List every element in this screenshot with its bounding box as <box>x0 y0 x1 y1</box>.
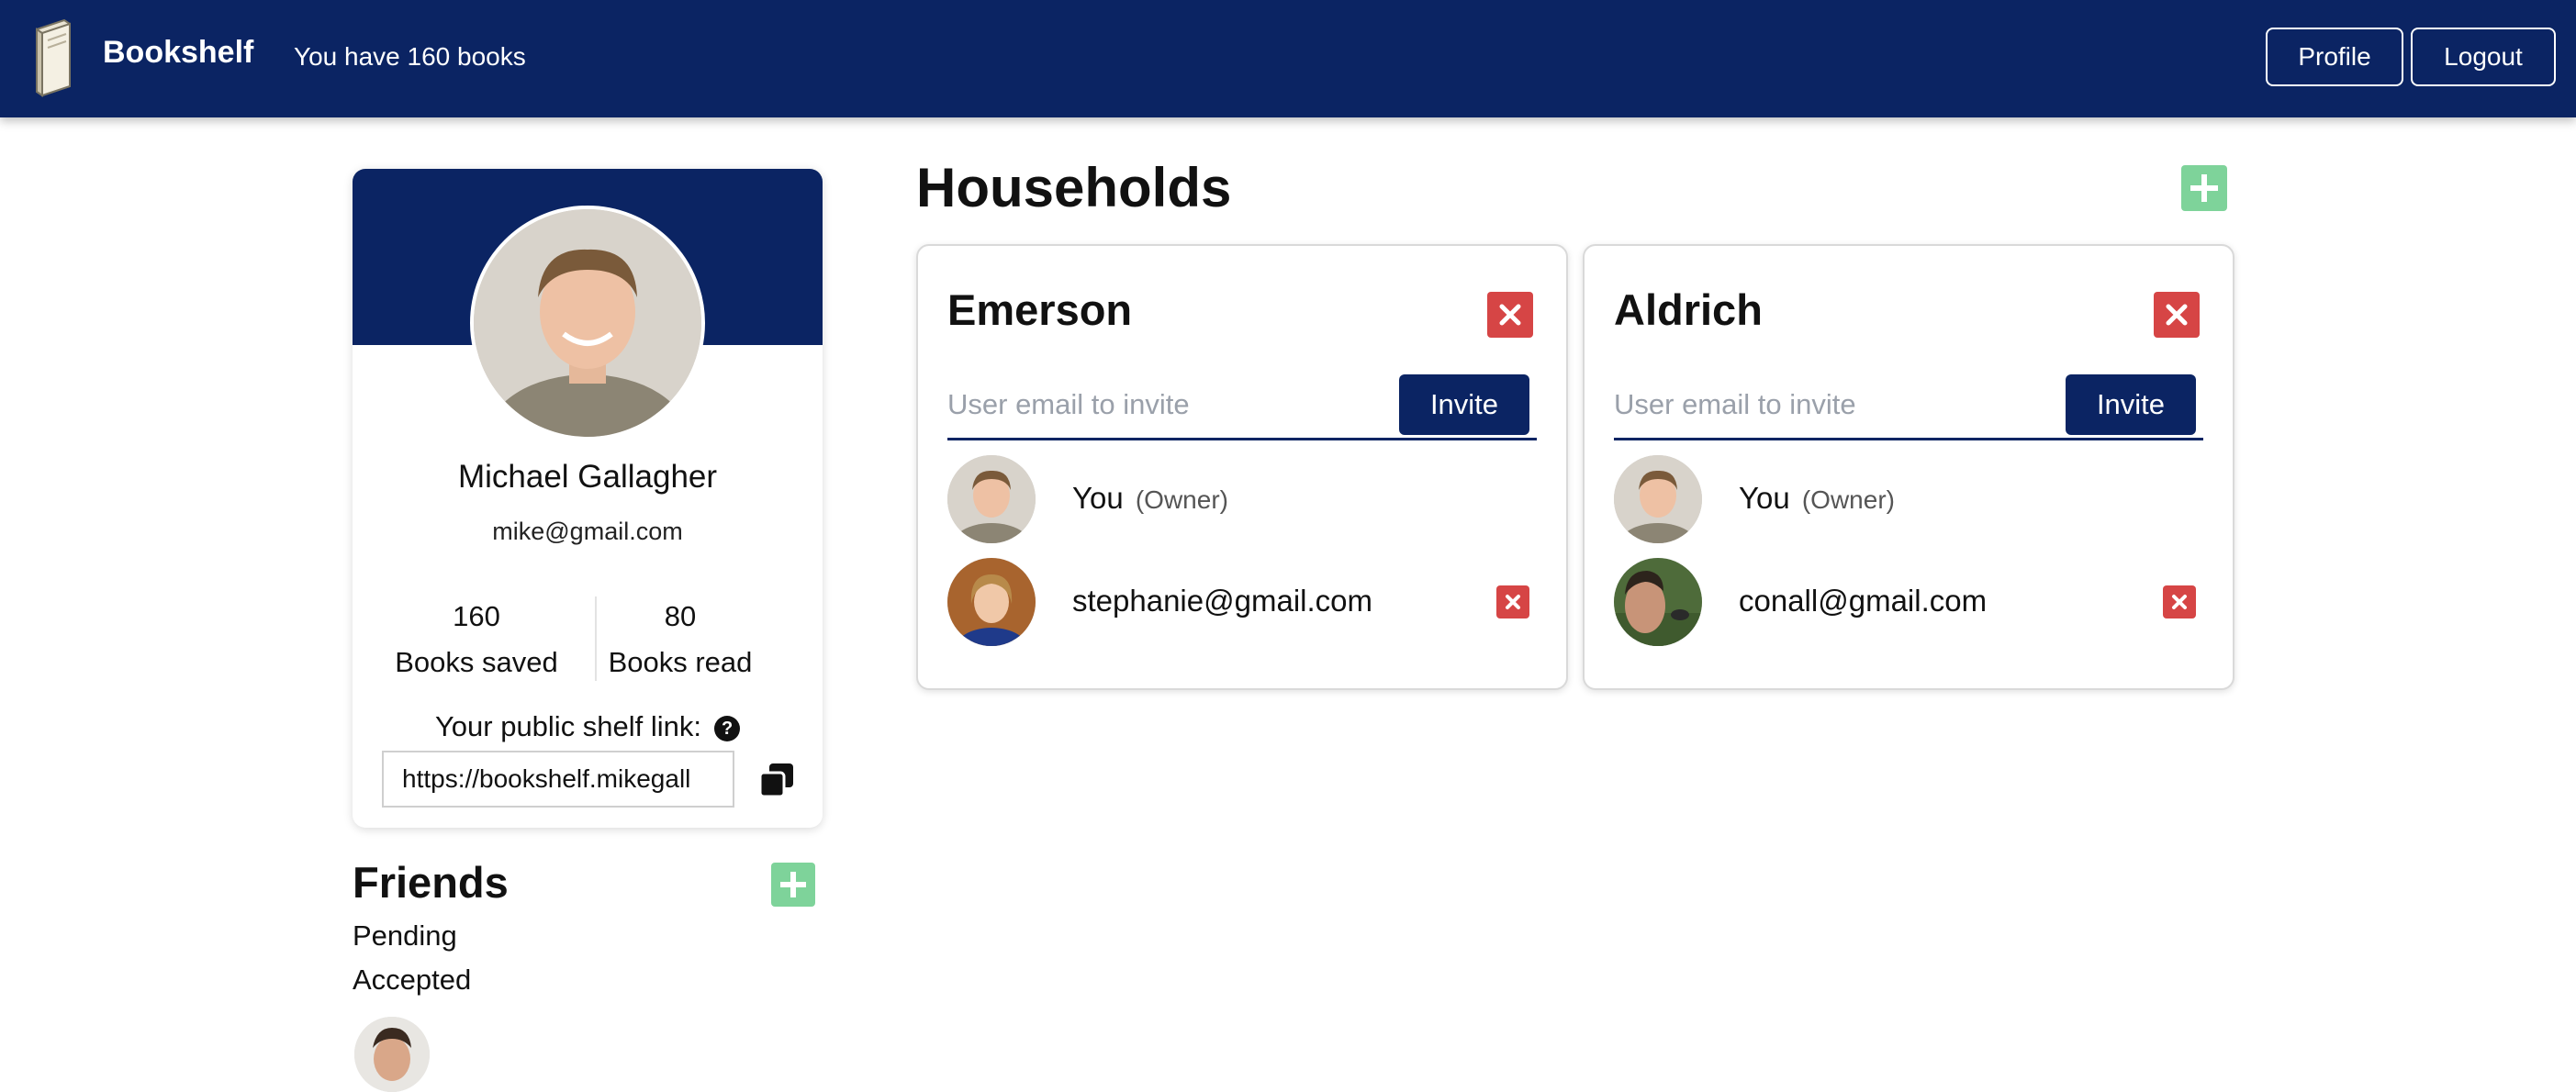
remove-member-button[interactable] <box>1496 585 1529 618</box>
public-shelf-label-text: Your public shelf link: <box>434 710 702 742</box>
household-card: Emerson Invite You (Owner) <box>916 244 1568 690</box>
top-navbar: Bookshelf You have 160 books Profile Log… <box>0 0 2576 117</box>
member-name: stephanie@gmail.com <box>1072 584 1372 618</box>
close-icon <box>2172 595 2187 609</box>
remove-member-button[interactable] <box>2163 585 2196 618</box>
close-icon <box>1506 595 1520 609</box>
friends-accepted-label[interactable]: Accepted <box>353 964 471 997</box>
logout-button[interactable]: Logout <box>2411 28 2556 86</box>
stat-label: Books read <box>608 646 753 678</box>
avatar <box>1614 455 1702 543</box>
public-shelf-label: Your public shelf link:? <box>353 710 823 743</box>
invite-button[interactable]: Invite <box>1399 374 1529 435</box>
member-name-text: You <box>1072 481 1124 515</box>
avatar <box>947 455 1036 543</box>
profile-email: mike@gmail.com <box>492 518 683 545</box>
plus-icon <box>780 872 806 897</box>
stat-books-read: 80 Books read <box>584 600 777 679</box>
member-row: You (Owner) <box>1614 455 2203 543</box>
stat-value: 160 <box>453 600 500 632</box>
household-name: Emerson <box>947 285 1133 334</box>
friends-title: Friends <box>353 858 509 907</box>
profile-button[interactable]: Profile <box>2266 28 2403 86</box>
question-circle-icon[interactable]: ? <box>714 716 741 741</box>
add-friend-button[interactable] <box>771 863 815 907</box>
book-icon[interactable] <box>28 18 75 97</box>
friends-pending-label[interactable]: Pending <box>353 919 457 953</box>
copy-icon[interactable] <box>758 762 795 798</box>
close-icon <box>2166 304 2188 326</box>
book-count-text: You have 160 books <box>294 42 526 71</box>
member-name: You (Owner) <box>1072 481 1228 516</box>
invite-row: Invite <box>947 373 1537 440</box>
household-card: Aldrich Invite You (Owner) <box>1583 244 2234 690</box>
invite-email-input[interactable] <box>947 373 1370 437</box>
profile-name: Michael Gallagher <box>457 459 718 495</box>
member-role: (Owner) <box>1801 485 1895 514</box>
close-icon <box>1499 304 1521 326</box>
member-name-text: You <box>1739 481 1790 515</box>
delete-household-button[interactable] <box>2154 292 2200 338</box>
avatar <box>1614 558 1702 646</box>
avatar <box>470 206 705 440</box>
member-row: stephanie@gmail.com <box>947 558 1537 646</box>
invite-row: Invite <box>1614 373 2203 440</box>
member-name: conall@gmail.com <box>1739 584 1988 618</box>
plus-icon <box>2190 174 2218 202</box>
friend-avatar[interactable] <box>354 1017 430 1092</box>
add-household-button[interactable] <box>2181 165 2227 211</box>
member-name: You (Owner) <box>1739 481 1895 516</box>
households-title: Households <box>916 157 1232 218</box>
stat-books-saved: 160 Books saved <box>380 600 573 679</box>
stat-value: 80 <box>664 600 697 632</box>
profile-card: Michael Gallagher mike@gmail.com 160 Boo… <box>353 169 823 828</box>
stat-label: Books saved <box>395 646 558 678</box>
public-shelf-link-input[interactable] <box>382 751 734 808</box>
delete-household-button[interactable] <box>1487 292 1533 338</box>
invite-button[interactable]: Invite <box>2066 374 2196 435</box>
member-row: You (Owner) <box>947 455 1537 543</box>
member-role: (Owner) <box>1135 485 1228 514</box>
invite-email-input[interactable] <box>1614 373 2036 437</box>
brand-name[interactable]: Bookshelf <box>103 35 253 71</box>
household-name: Aldrich <box>1614 285 1763 334</box>
avatar <box>947 558 1036 646</box>
member-row: conall@gmail.com <box>1614 558 2203 646</box>
